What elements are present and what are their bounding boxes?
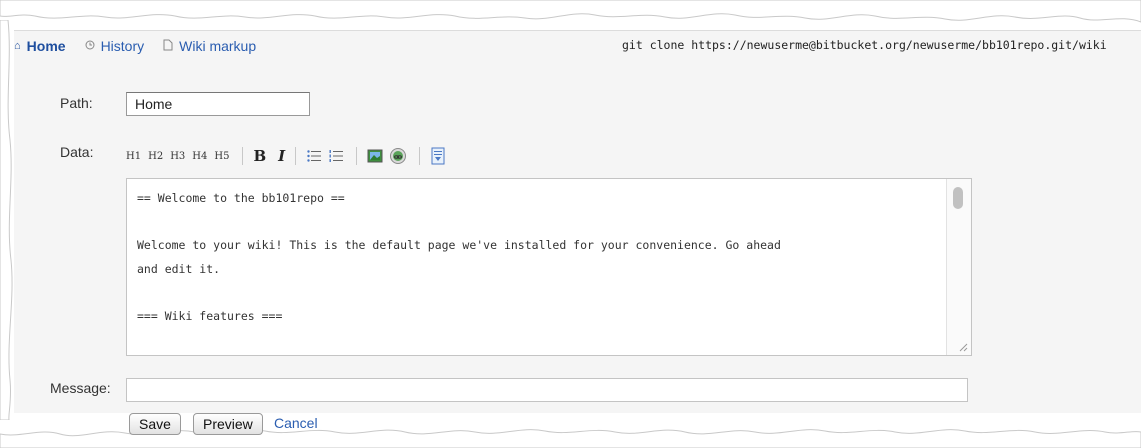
- bullet-list-icon[interactable]: [306, 148, 322, 164]
- bold-button[interactable]: B: [253, 147, 266, 165]
- nav-wiki-markup-label: Wiki markup: [179, 38, 257, 54]
- clock-icon: [85, 40, 95, 53]
- editor-scrollbar[interactable]: [946, 179, 971, 355]
- wiki-nav: ⌂ Home History Wiki markup: [14, 34, 275, 58]
- editor-toolbar: H1 H2 H3 H4 H5 B I: [126, 144, 452, 168]
- document-icon: [163, 39, 173, 54]
- torn-edge-left: [0, 20, 13, 420]
- cancel-link[interactable]: Cancel: [274, 415, 318, 431]
- torn-edge-top: [0, 0, 1141, 23]
- nav-wiki-markup[interactable]: Wiki markup: [163, 38, 256, 54]
- message-input[interactable]: [126, 378, 968, 402]
- message-label: Message:: [50, 380, 111, 396]
- path-input[interactable]: [126, 92, 310, 116]
- scrollbar-thumb[interactable]: [953, 187, 963, 209]
- path-label: Path:: [60, 95, 93, 111]
- resize-handle-icon[interactable]: [958, 342, 968, 352]
- preview-button[interactable]: Preview: [193, 413, 263, 435]
- link-icon[interactable]: [389, 147, 407, 165]
- toolbar-divider: [419, 147, 421, 165]
- wiki-content-textarea[interactable]: == Welcome to the bb101repo == Welcome t…: [126, 178, 972, 356]
- nav-home-label: Home: [26, 38, 66, 54]
- numbered-list-icon[interactable]: [328, 148, 344, 164]
- heading4-button[interactable]: H4: [192, 151, 207, 162]
- git-clone-command: git clone https://newuserme@bitbucket.or…: [622, 38, 1107, 52]
- nav-history[interactable]: History: [85, 38, 145, 54]
- data-label: Data:: [60, 144, 94, 160]
- toolbar-divider: [242, 147, 244, 165]
- save-button[interactable]: Save: [129, 413, 181, 435]
- heading1-button[interactable]: H1: [126, 151, 141, 162]
- heading5-button[interactable]: H5: [214, 151, 229, 162]
- heading2-button[interactable]: H2: [148, 151, 163, 162]
- preview-page-icon[interactable]: [430, 147, 446, 165]
- toolbar-divider: [295, 147, 297, 165]
- toolbar-divider: [356, 147, 358, 165]
- nav-history-label: History: [100, 38, 145, 54]
- home-icon: ⌂: [14, 40, 21, 52]
- nav-home[interactable]: ⌂ Home: [14, 38, 66, 54]
- heading3-button[interactable]: H3: [170, 151, 185, 162]
- image-icon[interactable]: [367, 148, 383, 164]
- editor-content: == Welcome to the bb101repo == Welcome t…: [137, 191, 781, 323]
- italic-button[interactable]: I: [278, 147, 285, 165]
